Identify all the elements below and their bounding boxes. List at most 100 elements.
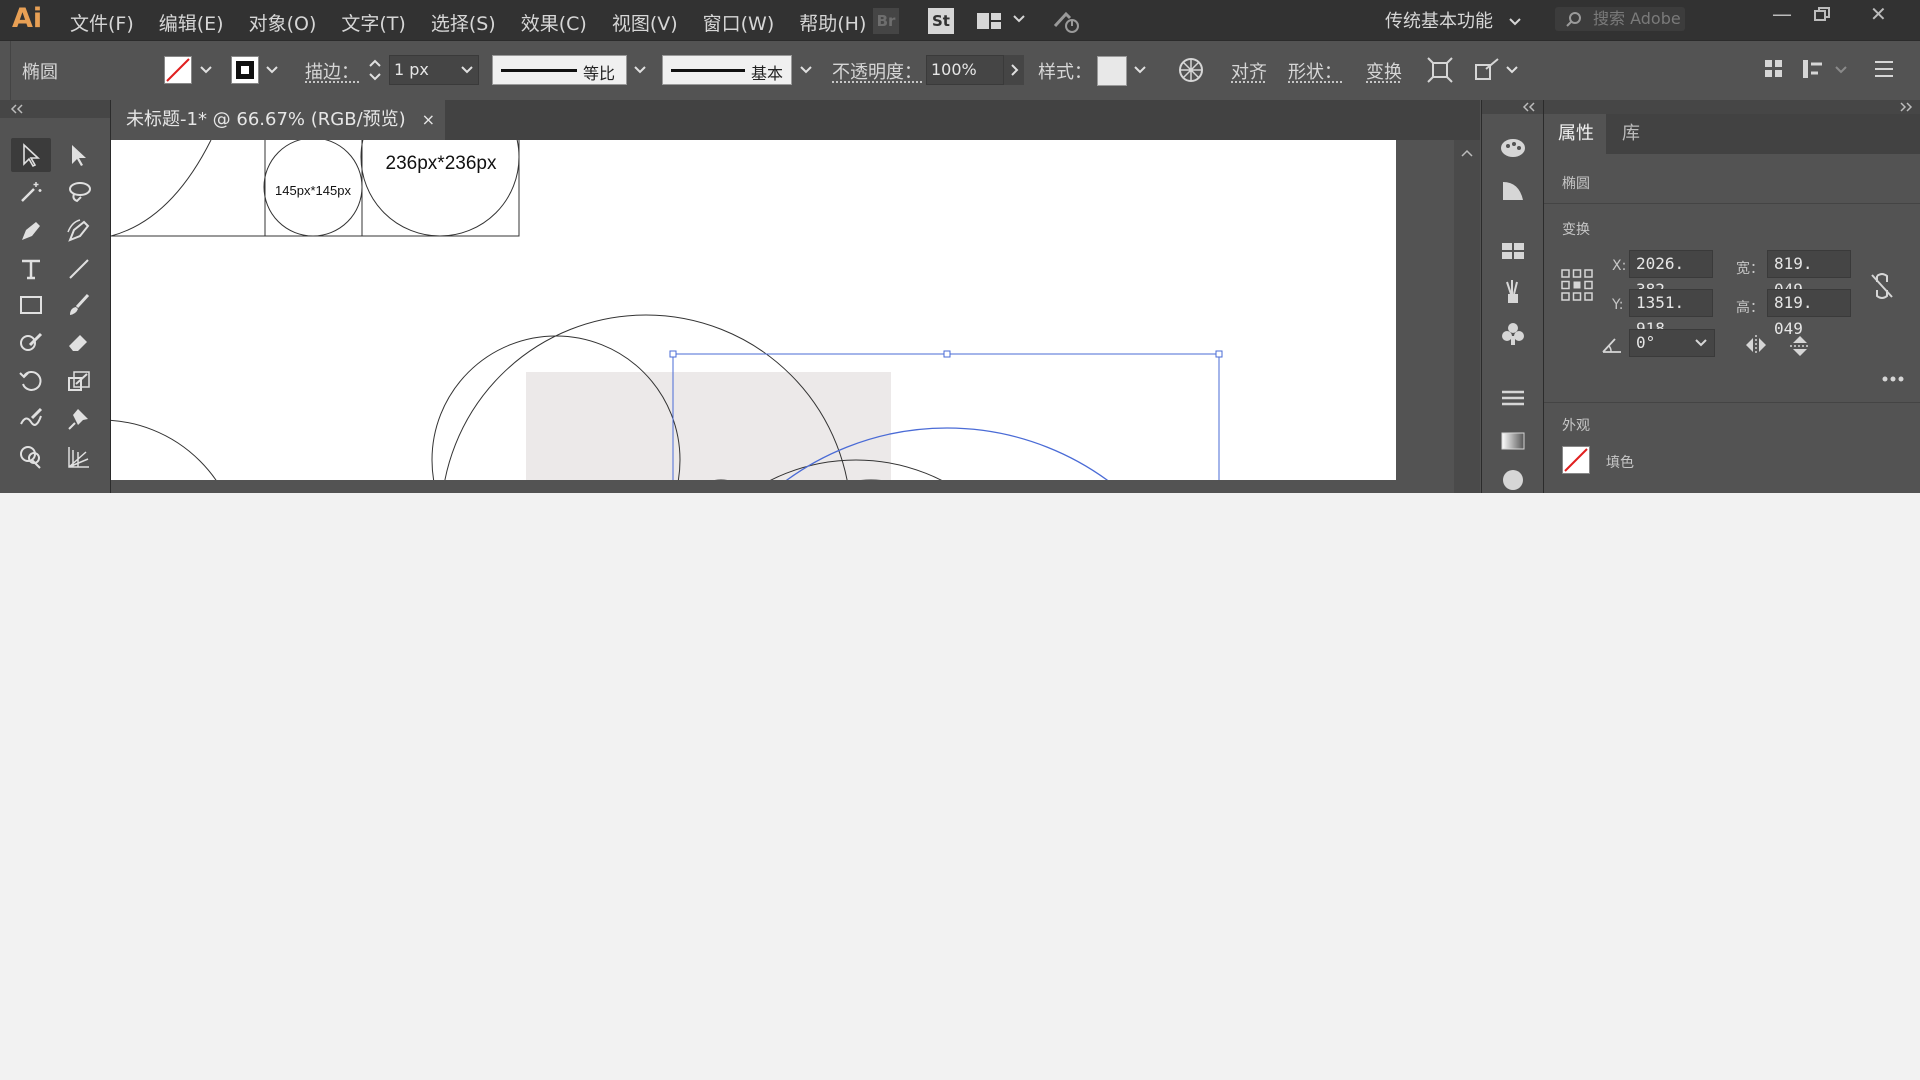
warp-tool[interactable] [11,402,51,436]
artboard[interactable]: 145px*145px 236px*236px [111,140,1396,480]
transform-link[interactable]: 变换 [1366,58,1402,84]
brushes-panel-icon[interactable] [1499,278,1527,306]
chevron-down-icon[interactable] [457,55,477,85]
menu-file[interactable]: 文件(F) [70,9,134,36]
reference-point-icon[interactable] [1561,269,1593,301]
menu-help[interactable]: 帮助(H) [799,9,866,36]
arc-path[interactable] [111,140,212,237]
collapse-icon[interactable] [10,104,24,114]
chevron-down-icon[interactable] [630,55,650,85]
constrain-proportions-icon[interactable] [1869,272,1895,300]
menu-object[interactable]: 对象(O) [249,9,317,36]
scroll-up-icon[interactable] [1461,148,1473,158]
properties-header[interactable] [1544,100,1920,114]
pasteboard[interactable]: 145px*145px 236px*236px [111,140,1454,493]
chevron-down-icon[interactable] [1694,338,1708,348]
gradient-panel-icon[interactable] [1499,427,1527,455]
panel-menu-icon[interactable] [1874,59,1894,79]
magic-wand-tool[interactable] [11,175,51,209]
minimize-icon[interactable]: — [1772,2,1792,26]
menu-view[interactable]: 视图(V) [612,9,678,36]
dock-header[interactable] [1482,100,1544,114]
more-options-icon[interactable] [1881,375,1905,383]
height-input[interactable]: 819. 049 [1767,289,1851,338]
rotate-tool[interactable] [11,364,51,398]
type-tool[interactable] [11,252,51,286]
puppet-warp-tool[interactable] [59,402,99,436]
x-position-input[interactable]: 2026. 382 [1629,250,1713,299]
stock-button[interactable]: St [928,8,954,34]
shaper-tool[interactable] [11,325,51,359]
close-tab-icon[interactable]: × [422,100,435,140]
rectangle-tool[interactable] [11,288,51,322]
chevron-down-icon[interactable] [796,55,816,85]
pen-tool[interactable] [11,214,51,248]
rotation-angle-input[interactable]: 0° [1629,329,1715,357]
chevron-down-icon[interactable] [196,55,216,85]
fill-none-swatch[interactable] [164,56,192,84]
flip-vertical-icon[interactable] [1789,334,1811,358]
recolor-artwork-icon[interactable] [1177,56,1205,84]
menu-window[interactable]: 窗口(W) [703,9,775,36]
arrange-documents-icon[interactable] [977,11,1005,31]
paintbrush-tool[interactable] [59,288,99,322]
stroke-panel-icon[interactable] [1499,384,1527,412]
chevron-right-icon[interactable] [1004,55,1024,85]
menu-effect[interactable]: 效果(C) [521,9,587,36]
chevron-down-icon[interactable] [262,55,282,85]
tab-properties[interactable]: 属性 [1544,114,1606,154]
graphic-style-swatch[interactable] [1097,56,1127,86]
control-bar-grip[interactable] [0,41,11,101]
scale-tool[interactable] [59,364,99,398]
expand-icon[interactable] [1899,102,1913,112]
gpu-performance-icon[interactable] [1052,8,1082,36]
workspace-switcher[interactable]: 传统基本功能 [1385,7,1521,33]
grid-view-icon[interactable] [1764,59,1784,79]
chevron-down-icon[interactable] [1502,55,1522,85]
perspective-grid-tool[interactable] [59,440,99,474]
handle-top-left[interactable] [669,350,677,358]
align-link[interactable]: 对齐 [1231,58,1267,84]
eraser-tool[interactable] [59,325,99,359]
selection-tool[interactable] [11,138,51,172]
construction-circle[interactable] [111,419,241,480]
variable-width-profile-select[interactable]: 等比 [492,55,627,85]
restore-icon[interactable] [1813,6,1831,22]
width-input[interactable]: 819. 049 [1767,250,1851,299]
chevron-down-icon[interactable] [1130,55,1150,85]
bridge-button[interactable]: Br [873,8,899,34]
shape-builder-tool[interactable] [11,440,51,474]
handle-top-center[interactable] [943,350,951,358]
y-position-input[interactable]: 1351. 918 [1629,289,1713,338]
chevron-down-icon[interactable] [1831,55,1851,85]
search-adobe-input[interactable]: 搜索 Adobe [1555,7,1685,31]
collapse-icon[interactable] [1522,102,1536,112]
menu-type[interactable]: 文字(T) [341,9,405,36]
menu-edit[interactable]: 编辑(E) [159,9,224,36]
handle-top-right[interactable] [1215,350,1223,358]
transparency-panel-icon[interactable] [1499,466,1527,493]
stepper-icon[interactable] [367,55,383,85]
opacity-label[interactable]: 不透明度： [832,58,922,84]
close-window-icon[interactable]: ✕ [1870,2,1887,26]
vertical-scrollbar[interactable] [1454,140,1480,493]
shape-link[interactable]: 形状： [1288,58,1342,84]
artwork-canvas[interactable]: 145px*145px 236px*236px [111,140,1396,480]
document-tab[interactable]: 未标题-1* @ 66.67% (RGB/预览) × [111,100,445,140]
isolate-object-icon[interactable] [1427,57,1453,83]
line-segment-tool[interactable] [59,252,99,286]
fill-swatch[interactable] [1562,446,1590,474]
color-panel-icon[interactable] [1499,134,1527,162]
reference-box-left[interactable] [111,140,266,237]
tab-libraries[interactable]: 库 [1622,114,1640,154]
swatches-panel-icon[interactable] [1499,237,1527,265]
stroke-color-swatch[interactable] [231,56,259,84]
flip-horizontal-icon[interactable] [1744,334,1768,356]
puppet-warp-icon[interactable] [1474,57,1500,83]
align-options-icon[interactable] [1802,59,1826,79]
curvature-tool[interactable] [59,214,99,248]
color-guide-icon[interactable] [1499,176,1527,204]
direct-selection-tool[interactable] [59,138,99,172]
brush-definition-select[interactable]: 基本 [662,55,792,85]
lasso-tool[interactable] [59,175,99,209]
